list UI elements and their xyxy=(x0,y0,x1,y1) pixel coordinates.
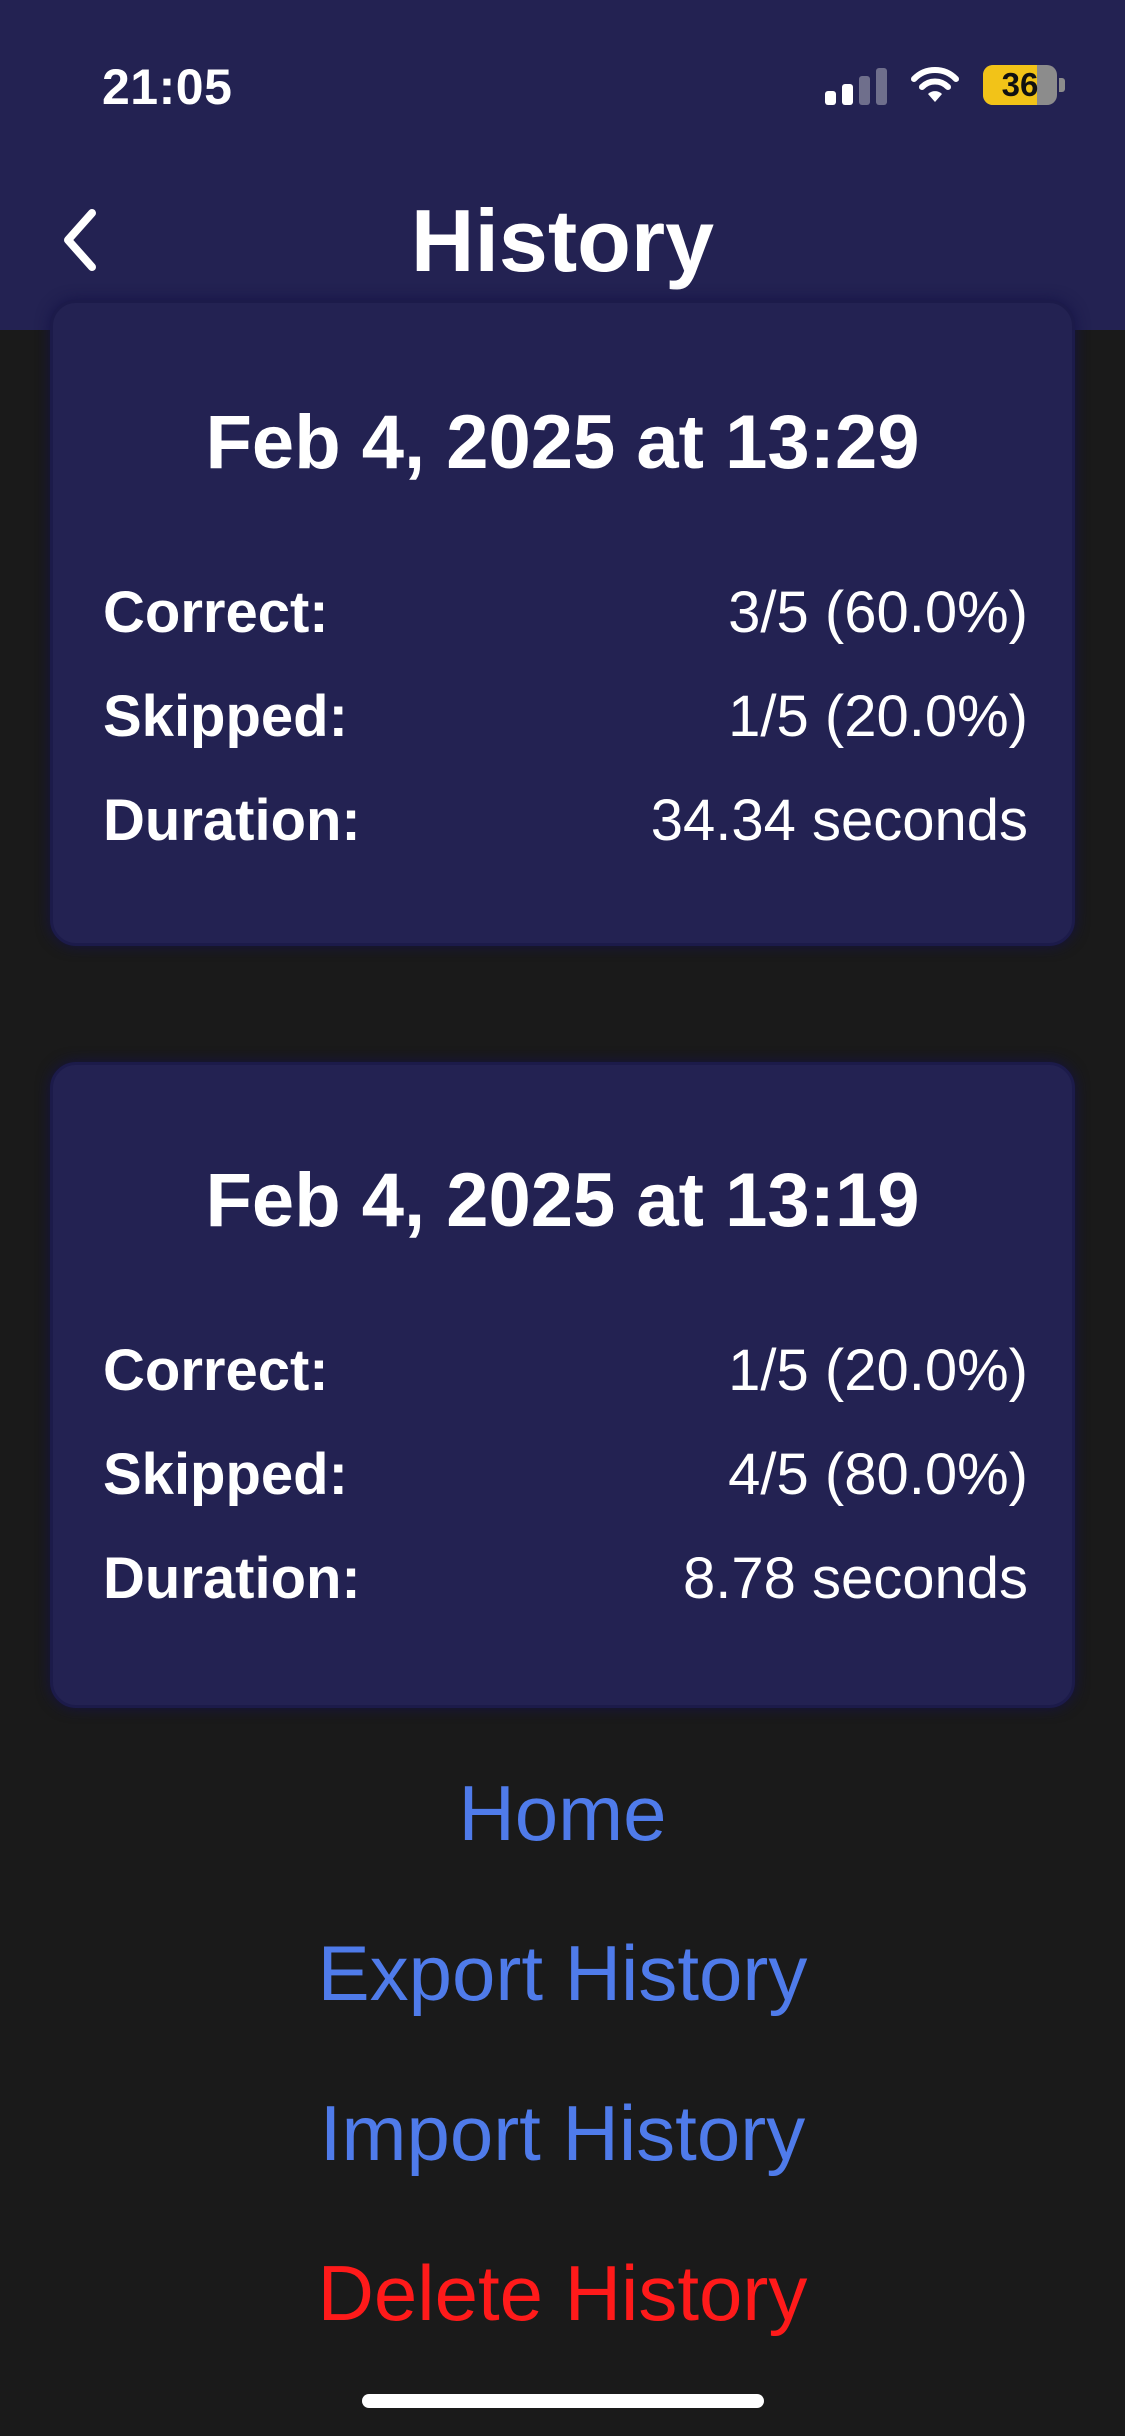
history-card: Feb 4, 2025 at 13:19 Correct: 1/5 (20.0%… xyxy=(50,1062,1075,1708)
correct-value: 1/5 (20.0%) xyxy=(728,1338,1028,1403)
correct-row: Correct: 1/5 (20.0%) xyxy=(103,1337,1028,1417)
skipped-row: Skipped: 1/5 (20.0%) xyxy=(103,683,1028,763)
correct-label: Correct: xyxy=(103,580,329,645)
duration-label: Duration: xyxy=(103,788,361,853)
duration-value: 34.34 seconds xyxy=(650,788,1028,853)
status-icons: 36 xyxy=(825,60,1065,110)
duration-row: Duration: 34.34 seconds xyxy=(103,787,1028,867)
duration-row: Duration: 8.78 seconds xyxy=(103,1545,1028,1625)
duration-label: Duration: xyxy=(103,1546,361,1611)
signal-icon xyxy=(825,65,887,105)
delete-history-button[interactable]: Delete History xyxy=(0,2248,1125,2339)
history-screen: 21:05 36 History Feb 4, 2025 at 13:29 Co… xyxy=(0,0,1125,2436)
session-date: Feb 4, 2025 at 13:29 xyxy=(205,400,920,485)
skipped-value: 1/5 (20.0%) xyxy=(728,684,1028,749)
skipped-value: 4/5 (80.0%) xyxy=(728,1442,1028,1507)
correct-label: Correct: xyxy=(103,1338,329,1403)
wifi-icon xyxy=(911,67,959,102)
battery-icon: 36 xyxy=(983,65,1065,105)
export-history-button[interactable]: Export History xyxy=(0,1928,1125,2019)
skipped-row: Skipped: 4/5 (80.0%) xyxy=(103,1441,1028,1521)
page-title: History xyxy=(410,191,715,290)
correct-value: 3/5 (60.0%) xyxy=(728,580,1028,645)
session-date: Feb 4, 2025 at 13:19 xyxy=(205,1158,920,1243)
home-indicator[interactable] xyxy=(362,2394,764,2408)
battery-level: 36 xyxy=(1001,66,1039,103)
correct-row: Correct: 3/5 (60.0%) xyxy=(103,579,1028,659)
skipped-label: Skipped: xyxy=(103,1442,348,1507)
status-time: 21:05 xyxy=(102,59,233,115)
header-bar: 21:05 36 History xyxy=(0,0,1125,330)
history-card: Feb 4, 2025 at 13:29 Correct: 3/5 (60.0%… xyxy=(50,300,1075,946)
duration-value: 8.78 seconds xyxy=(682,1546,1028,1611)
import-history-button[interactable]: Import History xyxy=(0,2088,1125,2179)
home-button[interactable]: Home xyxy=(0,1768,1125,1859)
skipped-label: Skipped: xyxy=(103,684,348,749)
